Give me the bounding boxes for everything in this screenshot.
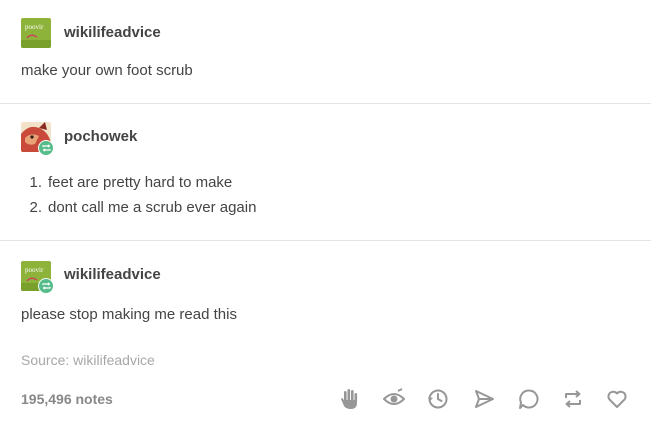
notes-count[interactable]: 195,496 notes <box>21 391 113 407</box>
list-item-text: dont call me a scrub ever again <box>48 199 257 216</box>
post-source[interactable]: Source: wikilifeadvice <box>21 352 155 368</box>
heart-icon[interactable] <box>603 385 631 413</box>
post-body-text: make your own foot scrub <box>21 62 193 79</box>
post-3: poovir wikilifeadvice please stop making… <box>0 241 651 424</box>
wikilifeadvice-avatar[interactable]: poovir <box>21 18 51 48</box>
post-username[interactable]: wikilifeadvice <box>64 24 161 41</box>
source-label: Source: <box>21 352 70 368</box>
share-icon[interactable] <box>470 385 498 413</box>
list-item: 1. feet are pretty hard to make <box>20 174 232 191</box>
svg-text:poovir: poovir <box>25 266 44 274</box>
list-item-text: feet are pretty hard to make <box>48 174 233 191</box>
reblog-badge-icon <box>38 140 54 156</box>
post-1: poovir wikilifeadvice make your own foot… <box>0 0 651 104</box>
list-item-number: 1. <box>29 174 42 191</box>
svg-text:poovir: poovir <box>25 23 44 31</box>
reblog-badge-icon <box>38 278 54 294</box>
post-username[interactable]: wikilifeadvice <box>64 266 161 283</box>
reblog-icon[interactable] <box>559 385 587 413</box>
reply-icon[interactable] <box>515 385 543 413</box>
list-item: 2. dont call me a scrub ever again <box>20 199 256 216</box>
list-item-number: 2. <box>29 199 42 216</box>
post-username[interactable]: pochowek <box>64 128 137 145</box>
post-body-text: please stop making me read this <box>21 306 237 323</box>
history-icon[interactable] <box>424 385 452 413</box>
post-2: pochowek 1. feet are pretty hard to make … <box>0 104 651 240</box>
hand-wave-icon[interactable] <box>336 385 364 413</box>
source-link[interactable]: wikilifeadvice <box>73 352 155 368</box>
eye-icon[interactable] <box>380 385 408 413</box>
